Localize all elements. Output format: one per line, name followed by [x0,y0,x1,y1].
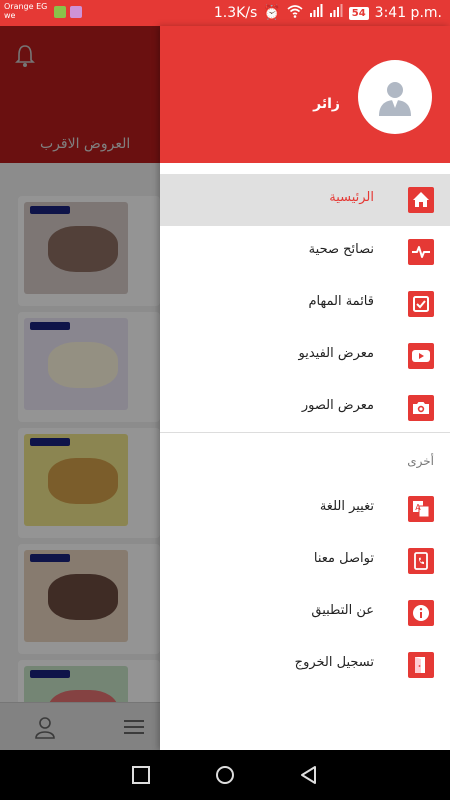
user-name: زائر [313,96,340,112]
app-notification-icon [54,6,66,18]
signal2-icon [329,4,343,22]
translate-icon: A [408,496,434,522]
checkbox-icon [408,291,434,317]
svg-text:A: A [415,503,421,512]
avatar[interactable] [358,60,432,134]
menu-item-tasks[interactable]: قائمة المهام [160,278,450,330]
carrier-sub: we [4,11,16,20]
menu-label: الرئيسية [329,190,374,205]
carrier-label: Orange EG we [4,2,47,20]
recent-apps-icon[interactable] [130,764,152,786]
menu-item-video-gallery[interactable]: معرض الفيديو [160,330,450,382]
menu-label: معرض الفيديو [298,346,375,361]
clock: 3:41 p.m. [374,5,442,21]
carrier-name: Orange EG [4,2,48,11]
menu-label: تسجيل الخروج [294,655,374,670]
menu-label: معرض الصور [301,398,374,413]
camera-icon [408,395,434,421]
menu-item-home[interactable]: الرئيسية [160,174,450,226]
wifi-icon [287,4,303,22]
battery-icon: 54 [348,6,369,20]
menu-item-about-app[interactable]: عن التطبيق [160,587,450,639]
menu-label: عن التطبيق [311,603,374,618]
alarm-icon: ⏰ [263,5,281,21]
menu-divider [160,432,450,433]
signal-icon [309,4,323,22]
menu-label: تغيير اللغة [319,499,374,514]
menu-item-health-tips[interactable]: نصائح صحية [160,226,450,278]
system-navigation-bar [0,750,450,800]
back-icon[interactable] [298,764,320,786]
user-avatar-icon [379,82,411,116]
status-bar: Orange EG we 1.3K/s ⏰ 54 3:41 p.m. [0,0,450,26]
section-header-other: أخرى [407,454,434,468]
home-icon [408,187,434,213]
drawer-scrim[interactable] [0,26,160,750]
video-icon [408,343,434,369]
menu-label: قائمة المهام [308,294,374,309]
logout-icon [408,652,434,678]
contact-icon [408,548,434,574]
menu-label: تواصل معنا [313,551,374,566]
home-button-icon[interactable] [214,764,236,786]
network-speed: 1.3K/s [213,5,258,21]
info-icon [408,600,434,626]
menu-item-photo-gallery[interactable]: معرض الصور [160,382,450,434]
gallery-notification-icon [70,6,82,18]
menu-item-change-language[interactable]: A تغيير اللغة [160,483,450,535]
drawer-header: زائر [160,26,450,163]
navigation-drawer: زائر الرئيسية نصائح صحية قائمة المهام مع… [160,26,450,750]
menu-item-logout[interactable]: تسجيل الخروج [160,639,450,691]
menu-label: نصائح صحية [308,242,374,257]
menu-item-contact-us[interactable]: تواصل معنا [160,535,450,587]
heartbeat-icon [408,239,434,265]
